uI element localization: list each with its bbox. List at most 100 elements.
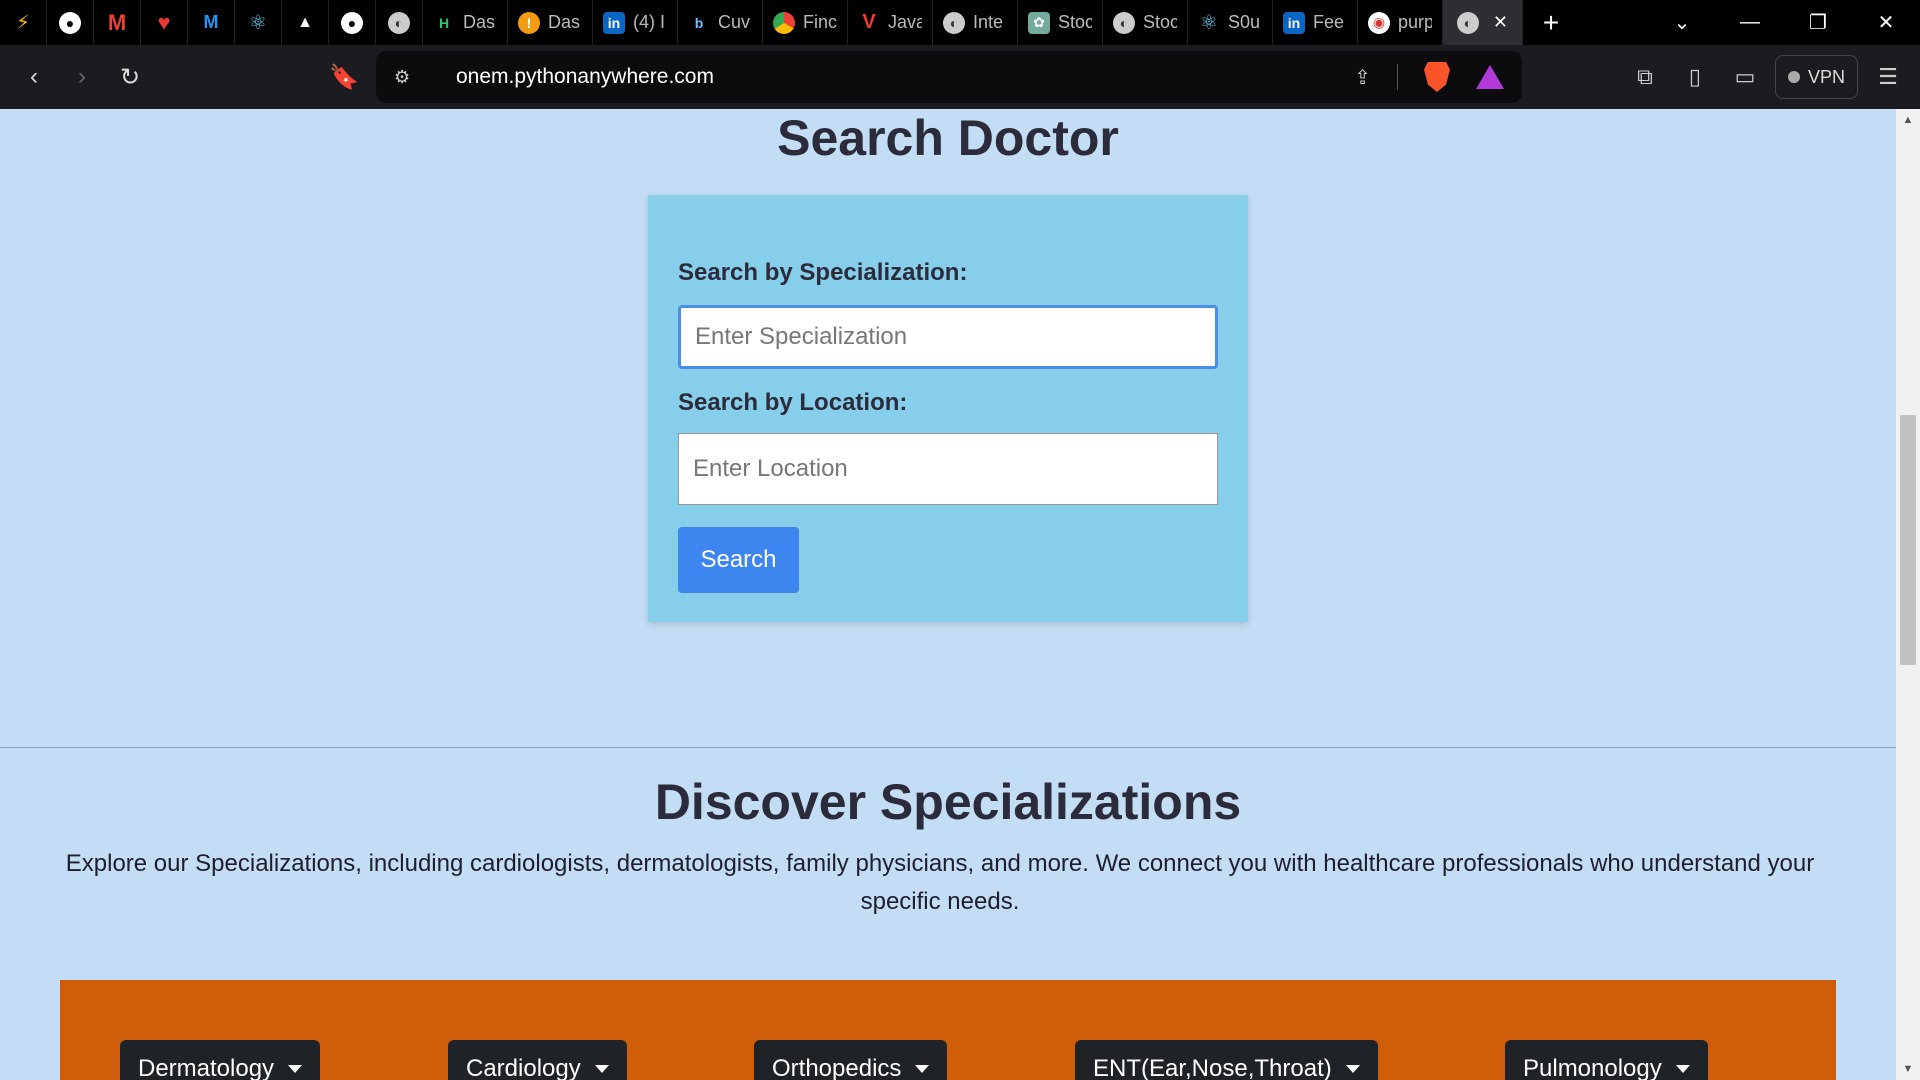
menu-icon[interactable]: ☰ xyxy=(1868,57,1908,97)
caret-down-icon xyxy=(1675,1065,1690,1073)
tab-9[interactable]: H Das xyxy=(423,0,508,45)
info-icon: ! xyxy=(518,11,540,34)
search-button[interactable]: Search xyxy=(678,527,799,593)
tab-19[interactable]: in Fee xyxy=(1273,0,1358,45)
tab-label: Stoc xyxy=(1143,12,1177,32)
tab-label: S0u xyxy=(1228,12,1261,32)
sidebar-icon[interactable]: ▯ xyxy=(1675,57,1715,97)
chatgpt-icon: ✿ xyxy=(1028,11,1050,34)
bookmark-icon[interactable]: 🔖 xyxy=(320,53,368,101)
discover-title: Discover Specializations xyxy=(654,774,1242,830)
scroll-up-arrow-icon[interactable]: ▲ xyxy=(1896,109,1920,131)
location-input[interactable] xyxy=(678,433,1218,505)
forward-icon[interactable]: › xyxy=(58,53,106,101)
bootstrap-icon: b xyxy=(694,14,704,31)
dropdown-label: Dermatology xyxy=(138,1055,275,1080)
globe-icon: ◐ xyxy=(1457,11,1479,34)
specialization-input[interactable] xyxy=(678,305,1218,369)
dropdown-dermatology[interactable]: Dermatology xyxy=(120,1040,321,1080)
linkedin-icon: in xyxy=(1283,11,1305,34)
wallet-icon[interactable]: ▭ xyxy=(1725,57,1765,97)
tab-label: Stoc xyxy=(1058,12,1092,32)
search-form-card: Search by Specialization: Search by Loca… xyxy=(648,195,1248,622)
tab-13[interactable]: Finc xyxy=(763,0,848,45)
dropdown-pulmonology[interactable]: Pulmonology xyxy=(1505,1040,1708,1080)
github-icon: ● xyxy=(341,11,363,34)
toolbar-right: ⧉ ▯ ▭ VPN ☰ xyxy=(1625,45,1920,109)
divider xyxy=(1397,64,1398,90)
dropdown-label: ENT(Ear,Nose,Throat) xyxy=(1093,1055,1332,1080)
url-text[interactable]: onem.pythonanywhere.com xyxy=(456,65,714,89)
tab-16[interactable]: ✿ Stoc xyxy=(1018,0,1103,45)
github-icon: ● xyxy=(59,11,81,34)
tab-11[interactable]: in (4) I xyxy=(593,0,678,45)
dropdown-label: Pulmonology xyxy=(1523,1055,1662,1080)
tab-10[interactable]: ! Das xyxy=(508,0,593,45)
react-icon: ⚛ xyxy=(249,12,267,34)
close-window-icon[interactable]: ✕ xyxy=(1852,0,1920,45)
caret-down-icon xyxy=(915,1065,930,1073)
tab-4[interactable]: M xyxy=(188,0,235,45)
chrome-icon xyxy=(773,11,795,34)
tab-0[interactable]: ⚡ xyxy=(0,0,47,45)
tab-active[interactable]: ◐ ✕ xyxy=(1443,0,1523,45)
tab-7[interactable]: ● xyxy=(329,0,376,45)
vpn-button[interactable]: VPN xyxy=(1774,55,1858,99)
restore-icon[interactable]: ❐ xyxy=(1784,0,1852,45)
browser-toolbar: ‹ › ↻ 🔖 ⚙ onem.pythonanywhere.com ⇪ ⧉ ▯ … xyxy=(0,45,1920,109)
scroll-down-arrow-icon[interactable]: ▼ xyxy=(1896,1058,1920,1080)
vivaldi-icon: V xyxy=(862,11,876,33)
tab-14[interactable]: V Java xyxy=(848,0,933,45)
vpn-status-icon xyxy=(1787,71,1800,83)
tab-5[interactable]: ⚛ xyxy=(235,0,282,45)
tab-label: Das xyxy=(548,12,581,32)
extensions-icon[interactable]: ⧉ xyxy=(1625,57,1665,97)
gmail-icon: M xyxy=(107,9,127,35)
caret-down-icon xyxy=(288,1065,303,1073)
dropdown-orthopedics[interactable]: Orthopedics xyxy=(754,1040,948,1080)
site-settings-icon[interactable]: ⚙ xyxy=(394,67,434,88)
dropdown-cardiology[interactable]: Cardiology xyxy=(448,1040,627,1080)
tab-6[interactable]: ▲ xyxy=(282,0,329,45)
caret-down-icon xyxy=(594,1065,609,1073)
globe-icon: ◐ xyxy=(1113,11,1135,34)
back-icon[interactable]: ‹ xyxy=(10,53,58,101)
url-actions: ⇪ xyxy=(1354,62,1504,92)
tab-label: Finc xyxy=(803,12,837,32)
minimize-icon[interactable]: — xyxy=(1716,0,1784,45)
page-viewport: Search Doctor Search by Specialization: … xyxy=(0,109,1896,1080)
globe-icon: ◐ xyxy=(388,11,410,34)
page-scrollbar[interactable]: ▲ ▼ xyxy=(1896,109,1920,1080)
dropdown-ent[interactable]: ENT(Ear,Nose,Throat) xyxy=(1075,1040,1378,1080)
page-title: Search Doctor xyxy=(777,110,1119,166)
location-label: Search by Location: xyxy=(678,389,908,416)
tab-8[interactable]: ◐ xyxy=(376,0,423,45)
tab-17[interactable]: ◐ Stoc xyxy=(1103,0,1188,45)
tab-15[interactable]: ◐ Inte xyxy=(933,0,1018,45)
reload-icon[interactable]: ↻ xyxy=(106,53,154,101)
specializations-band: Dermatology Cardiology Orthopedics ENT(E… xyxy=(60,980,1836,1080)
tab-label: Das xyxy=(463,12,496,32)
tab-label: purp xyxy=(1398,12,1432,32)
tab-1[interactable]: ● xyxy=(47,0,94,45)
vpn-label: VPN xyxy=(1807,66,1845,87)
specialization-label: Search by Specialization: xyxy=(678,259,968,286)
brave-rewards-icon[interactable] xyxy=(1476,65,1504,89)
vercel-icon: ▲ xyxy=(297,13,313,31)
tab-label: Fee xyxy=(1313,12,1345,32)
tab-3[interactable]: ♥ xyxy=(141,0,188,45)
tab-search-chevron-icon[interactable]: ⌄ xyxy=(1648,0,1716,45)
tab-12[interactable]: b Cuv xyxy=(678,0,763,45)
globe-icon: ◐ xyxy=(943,11,965,34)
tab-close-icon[interactable]: ✕ xyxy=(1493,12,1508,33)
tab-18[interactable]: ⚛ S0u xyxy=(1188,0,1273,45)
caret-down-icon xyxy=(1345,1065,1360,1073)
tab-2[interactable]: M xyxy=(94,0,141,45)
new-tab-button[interactable]: + xyxy=(1523,0,1579,45)
window-controls: ⌄ — ❐ ✕ xyxy=(1648,0,1920,45)
tab-20[interactable]: ◉ purp xyxy=(1358,0,1443,45)
address-bar[interactable]: ⚙ onem.pythonanywhere.com ⇪ xyxy=(376,51,1522,103)
scroll-thumb[interactable] xyxy=(1900,415,1916,665)
share-icon[interactable]: ⇪ xyxy=(1354,65,1371,90)
brave-shields-icon[interactable] xyxy=(1424,62,1450,92)
